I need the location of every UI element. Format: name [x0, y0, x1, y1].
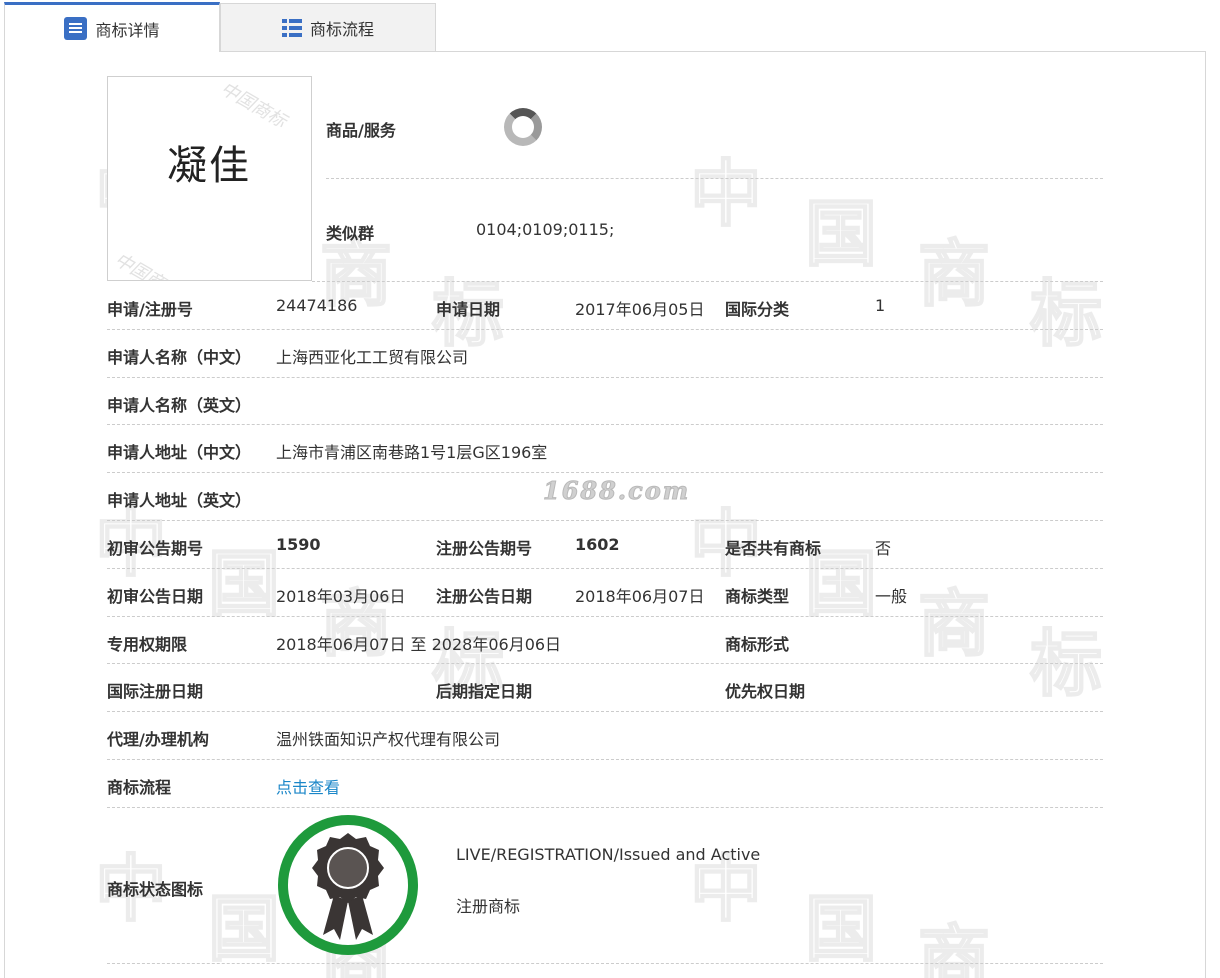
row-divider	[107, 807, 1103, 808]
tm-type-value: 一般	[875, 587, 908, 606]
tab-label: 商标详情	[95, 20, 160, 40]
address-en-label: 申请人地址（英文）	[107, 491, 252, 510]
intl-class-value: 1	[875, 296, 886, 315]
goods-services-label: 商品/服务	[326, 121, 396, 140]
row-divider	[312, 281, 1103, 282]
prelim-pub-date-label: 初审公告日期	[107, 587, 204, 606]
priority-date-label: 优先权日期	[725, 682, 806, 701]
exclusive-period-value: 2018年06月07日 至 2028年06月06日	[276, 635, 562, 654]
row-divider	[107, 759, 1103, 760]
row-divider	[107, 377, 1103, 378]
row-divider	[107, 424, 1103, 425]
trademark-name-image-text: 凝佳	[167, 143, 251, 189]
row-divider	[107, 472, 1103, 473]
row-divider	[107, 963, 1103, 964]
agent-label: 代理/办理机构	[107, 730, 209, 749]
similar-group-value: 0104;0109;0115;	[476, 220, 615, 239]
app-date-value: 2017年06月05日	[575, 300, 705, 319]
list-doc-icon	[64, 17, 88, 40]
similar-group-label: 类似群	[326, 224, 375, 243]
tab-label: 商标流程	[309, 19, 374, 39]
later-designation-date-label: 后期指定日期	[436, 682, 533, 701]
app-date-label: 申请日期	[436, 300, 501, 319]
list-icon	[281, 18, 302, 37]
tab-trademark-details[interactable]: 商标详情	[4, 2, 220, 52]
prelim-pub-no-value: 1590	[276, 535, 321, 554]
tm-process-label: 商标流程	[107, 778, 172, 797]
shared-tm-label: 是否共有商标	[725, 539, 822, 558]
logo-watermark-text: 中国商标	[110, 249, 184, 281]
row-divider	[107, 616, 1103, 617]
tab-bar: 商标详情 商标流程	[4, 2, 1206, 52]
status-cn-text: 注册商标	[456, 897, 521, 916]
applicant-cn-value: 上海西亚化工工贸有限公司	[276, 348, 469, 367]
tm-form-label: 商标形式	[725, 635, 790, 654]
row-divider	[107, 711, 1103, 712]
reg-pub-no-value: 1602	[575, 535, 620, 554]
logo-watermark-text: 中国商标	[216, 78, 290, 133]
logo-watermark-text: 中国商标	[216, 271, 291, 280]
status-en-text: LIVE/REGISTRATION/Issued and Active	[456, 845, 761, 864]
row-divider	[107, 663, 1103, 664]
tab-trademark-process[interactable]: 商标流程	[220, 3, 436, 51]
exclusive-period-label: 专用权期限	[107, 635, 188, 654]
reg-pub-date-label: 注册公告日期	[436, 587, 533, 606]
shared-tm-value: 否	[875, 539, 892, 558]
trademark-image: 中国商标 中国商标 中国商标 凝佳	[107, 76, 312, 281]
tm-type-label: 商标类型	[725, 587, 790, 606]
reg-pub-no-label: 注册公告期号	[436, 539, 533, 558]
row-divider	[107, 329, 1103, 330]
loading-spinner-icon	[504, 108, 542, 146]
view-process-link[interactable]: 点击查看	[276, 774, 340, 798]
address-cn-label: 申请人地址（中文）	[107, 443, 252, 462]
prelim-pub-date-value: 2018年03月06日	[276, 587, 406, 606]
site-watermark: 1688.com	[542, 476, 691, 506]
tm-status-icon-label: 商标状态图标	[107, 880, 204, 899]
intl-reg-date-label: 国际注册日期	[107, 682, 204, 701]
reg-no-label: 申请/注册号	[107, 300, 193, 319]
reg-no-value: 24474186	[276, 296, 358, 315]
row-divider	[107, 568, 1103, 569]
row-divider	[326, 178, 1103, 179]
prelim-pub-no-label: 初审公告期号	[107, 539, 204, 558]
registered-status-badge-icon	[278, 815, 418, 955]
applicant-en-label: 申请人名称（英文）	[107, 396, 252, 415]
row-divider	[107, 520, 1103, 521]
reg-pub-date-value: 2018年06月07日	[575, 587, 705, 606]
intl-class-label: 国际分类	[725, 300, 790, 319]
agent-value: 温州铁面知识产权代理有限公司	[276, 730, 501, 749]
applicant-cn-label: 申请人名称（中文）	[107, 348, 252, 367]
address-cn-value: 上海市青浦区南巷路1号1层G区196室	[276, 443, 548, 462]
